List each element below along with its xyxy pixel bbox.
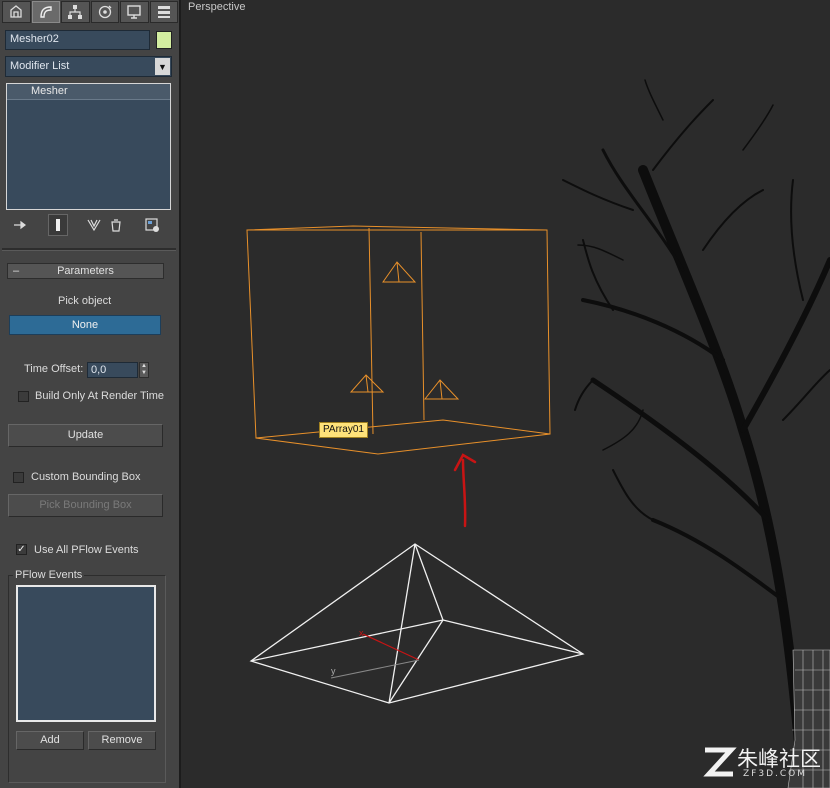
axis-y-label: y [331,666,336,676]
display-icon [127,5,141,19]
pick-object-button[interactable]: None [9,315,161,335]
watermark-subtext: ZF3D.COM [743,769,807,779]
make-unique-icon [87,219,101,232]
modifier-list-dropdown[interactable]: Modifier List ▼ [5,56,172,77]
build-render-label: Build Only At Render Time [35,390,165,402]
utilities-icon [157,6,170,18]
object-name-field[interactable]: Mesher02 [5,30,150,50]
hierarchy-icon [68,5,83,19]
tab-hierarchy[interactable] [61,1,90,23]
parameters-rollout-header[interactable]: – Parameters [7,263,164,279]
use-pflow-checkbox[interactable]: ✓ [16,544,27,555]
tab-utilities[interactable] [149,1,178,23]
tab-create[interactable] [2,1,31,23]
chevron-down-icon[interactable]: ▼ [155,58,170,75]
pivot-axes: x y [330,628,420,679]
remove-modifier-button[interactable] [106,214,126,236]
motion-icon [98,5,112,19]
axis-x-label: x [359,628,364,638]
make-unique-button[interactable] [84,214,104,236]
tab-modify[interactable] [31,1,60,23]
viewport-scene: x y [246,79,830,788]
use-pflow-label: Use All PFlow Events [34,544,139,556]
stack-item-mesher[interactable]: Mesher [7,84,170,100]
tree-wireframe [562,79,830,788]
end-result-icon [56,219,60,231]
pin-icon [14,220,26,230]
object-name-tooltip: PArray01 [319,422,368,438]
tab-display[interactable] [120,1,149,23]
object-color-swatch[interactable] [156,31,172,49]
modifier-stack[interactable]: Mesher [6,83,171,210]
update-button[interactable]: Update [8,424,163,447]
build-render-checkbox[interactable] [18,391,29,402]
pyramid-wireframe[interactable] [249,543,585,704]
create-icon [10,5,22,18]
trash-icon [111,219,121,232]
annotation-arrow [453,453,477,528]
time-offset-spinner[interactable]: ▲ ▼ [139,362,149,378]
tab-motion[interactable] [90,1,119,23]
pin-stack-button[interactable] [10,214,30,236]
remove-event-button[interactable]: Remove [88,731,156,750]
configure-modifier-sets-button[interactable] [142,214,162,236]
object-name-row: Mesher02 [5,30,173,50]
custom-bbox-checkbox[interactable] [13,472,24,483]
add-event-button[interactable]: Add [16,731,84,750]
watermark: 朱峰社区 ZF3D.COM [701,742,826,784]
command-panel-tabs [2,1,178,25]
custom-bbox-label: Custom Bounding Box [31,471,141,483]
time-offset-label: Time Offset: [24,363,84,375]
modify-icon [40,6,52,18]
stack-toolbar [6,214,171,236]
time-offset-input[interactable]: 0,0 [87,362,138,378]
command-panel: Mesher02 Modifier List ▼ Mesher – Parame… [0,0,181,788]
modifier-list-label: Modifier List [10,60,70,72]
show-end-result-button[interactable] [48,214,68,236]
configure-icon [145,218,159,232]
rollout-title: Parameters [57,265,114,277]
zf3d-logo-icon [703,747,737,777]
panel-separator [2,248,176,251]
pick-bounding-box-button[interactable]: Pick Bounding Box [8,494,163,517]
pick-object-label: Pick object [58,295,112,307]
parray-emitter-box[interactable] [246,225,551,455]
pflow-events-list[interactable] [16,585,156,722]
perspective-viewport[interactable]: Perspective x y PArray01 朱峰社区 ZF3D.COM [183,0,830,788]
pflow-events-title: PFlow Events [13,569,85,581]
